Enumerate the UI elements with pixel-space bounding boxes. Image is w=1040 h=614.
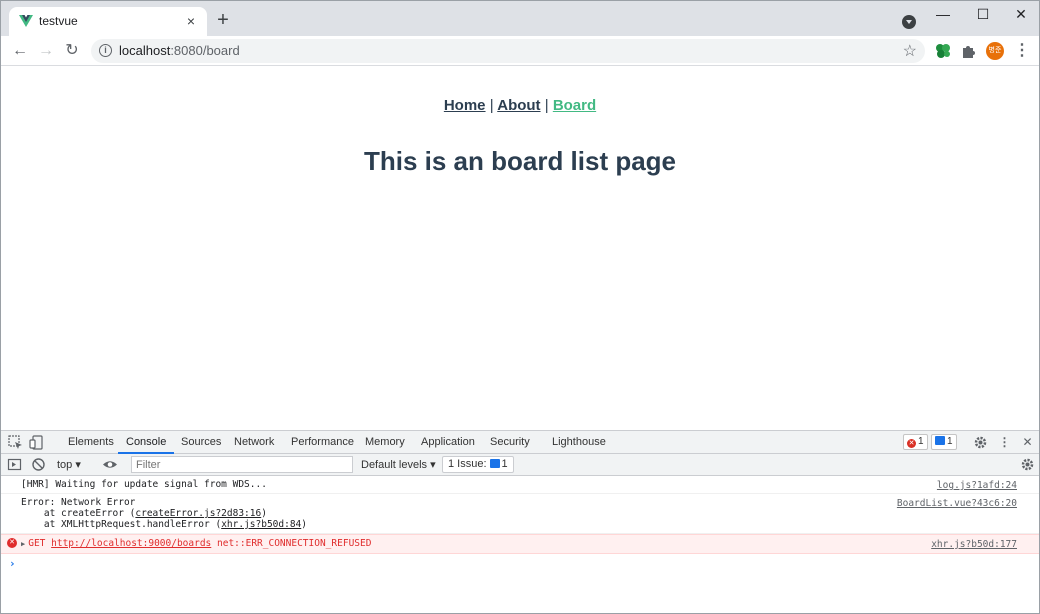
request-method: GET	[28, 538, 46, 549]
request-url-link[interactable]: http://localhost:9000/boards	[51, 538, 211, 549]
error-count-badge[interactable]: ✕ 1	[903, 434, 928, 450]
issues-button[interactable]: 1 Issue: 1	[442, 456, 514, 473]
console-log-row: Error: Network Error at createError (cre…	[1, 494, 1039, 534]
bookmark-star-icon[interactable]: ☆	[903, 41, 917, 61]
console-settings-gear-icon[interactable]	[1020, 457, 1035, 472]
forward-button[interactable]: →	[35, 40, 57, 62]
log-levels-dropdown[interactable]: Default levels ▾	[361, 457, 436, 473]
more-options-icon[interactable]: ⋮	[997, 435, 1012, 450]
console-error-row: ✕ ▶ GET http://localhost:9000/boards net:…	[1, 534, 1039, 554]
error-icon: ✕	[7, 538, 17, 548]
nav-separator: |	[489, 97, 494, 114]
devtools-tab-security[interactable]: Security	[490, 431, 530, 454]
stack-trace-line: at XMLHttpRequest.handleError (xhr.js?b5…	[21, 519, 307, 530]
nav-link-board[interactable]: Board	[553, 97, 596, 114]
minimize-button[interactable]: —	[923, 1, 963, 29]
live-expression-eye-icon[interactable]	[102, 457, 118, 472]
devtools-tab-bar: Elements Console Sources Network Perform…	[1, 431, 1039, 454]
stack-trace-link[interactable]: xhr.js?b50d:84	[221, 519, 301, 530]
reload-button[interactable]: ↻	[61, 40, 83, 62]
console-log-row: [HMR] Waiting for update signal from WDS…	[1, 476, 1039, 494]
devtools-tab-console[interactable]: Console	[118, 431, 175, 454]
nav-link-about[interactable]: About	[497, 97, 540, 114]
log-source-link[interactable]: BoardList.vue?43c6:20	[897, 498, 1017, 509]
vue-logo-icon	[19, 15, 33, 27]
stack-trace-link[interactable]: createError.js?2d83:16	[135, 508, 261, 519]
issue-message-icon	[489, 459, 500, 468]
site-nav: Home | About | Board	[1, 97, 1039, 114]
url-text[interactable]: localhost:8080/board	[119, 43, 240, 58]
console-prompt[interactable]: ›	[1, 554, 1039, 573]
nav-separator: |	[544, 97, 549, 114]
context-selector[interactable]: top ▾	[57, 457, 81, 473]
new-tab-button[interactable]: +	[213, 10, 233, 31]
devtools-tab-sources[interactable]: Sources	[181, 431, 221, 454]
tab-close-icon[interactable]: ×	[183, 13, 199, 29]
show-sidebar-icon[interactable]	[7, 457, 22, 472]
devtools-tab-network[interactable]: Network	[234, 431, 274, 454]
browser-tab[interactable]: testvue ×	[9, 7, 207, 36]
log-message: [HMR] Waiting for update signal from WDS…	[21, 479, 267, 490]
page-content: Home | About | Board This is an board li…	[1, 67, 1039, 430]
browser-toolbar: ← → ↻ i localhost:8080/board ☆ 병준 ⋮	[1, 36, 1039, 66]
stack-trace-line: at createError (createError.js?2d83:16)	[21, 508, 267, 519]
devtools-tab-lighthouse[interactable]: Lighthouse	[552, 431, 606, 454]
page-title: This is an board list page	[363, 146, 677, 176]
profile-avatar[interactable]: 병준	[986, 42, 1004, 60]
console-toolbar: top ▾ Default levels ▾ 1 Issue:1	[1, 454, 1039, 476]
close-devtools-icon[interactable]: ✕	[1020, 435, 1035, 450]
back-button[interactable]: ←	[9, 40, 31, 62]
site-info-icon[interactable]: i	[99, 44, 112, 57]
error-message: net::ERR_CONNECTION_REFUSED	[217, 538, 372, 549]
devtools-tab-performance[interactable]: Performance	[291, 431, 354, 454]
expand-triangle-icon[interactable]: ▶	[21, 539, 25, 550]
device-toolbar-icon[interactable]	[29, 435, 44, 450]
maximize-button[interactable]: ☐	[963, 1, 1003, 29]
clover-extension-icon[interactable]	[934, 42, 952, 60]
devtools-tab-memory[interactable]: Memory	[365, 431, 405, 454]
chevron-down-icon: ▾	[75, 459, 81, 471]
devtools-tab-elements[interactable]: Elements	[68, 431, 114, 454]
chevron-down-icon: ▾	[430, 459, 436, 471]
message-count-badge[interactable]: 1	[931, 434, 957, 450]
settings-gear-icon[interactable]	[973, 435, 988, 450]
console-output: [HMR] Waiting for update signal from WDS…	[1, 476, 1039, 614]
tab-search-icon[interactable]	[902, 15, 916, 29]
address-bar[interactable]: i localhost:8080/board ☆	[91, 39, 925, 63]
console-filter-input[interactable]	[131, 456, 353, 473]
message-icon	[935, 436, 945, 445]
browser-menu-icon[interactable]: ⋮	[1014, 41, 1030, 61]
devtools-panel: Elements Console Sources Network Perform…	[1, 430, 1039, 613]
log-message: Error: Network Error	[21, 497, 136, 508]
clear-console-icon[interactable]	[31, 457, 46, 472]
nav-link-home[interactable]: Home	[444, 97, 486, 114]
log-source-link[interactable]: log.js?1afd:24	[937, 480, 1017, 491]
error-icon: ✕	[907, 439, 916, 448]
devtools-tab-application[interactable]: Application	[421, 431, 475, 454]
inspect-element-icon[interactable]	[8, 435, 23, 450]
log-source-link[interactable]: xhr.js?b50d:177	[931, 539, 1017, 550]
tab-strip: testvue × + — ☐ ✕	[1, 1, 1039, 36]
close-window-button[interactable]: ✕	[1001, 1, 1040, 29]
extensions-puzzle-icon[interactable]	[960, 42, 978, 60]
tab-title: testvue	[39, 14, 78, 28]
